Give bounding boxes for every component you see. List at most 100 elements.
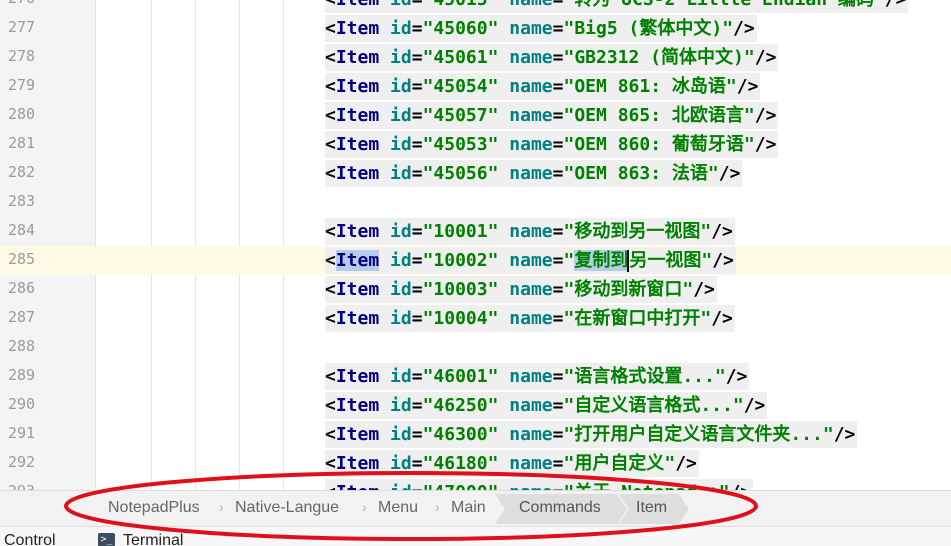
xml-item-element[interactable]: <Item id="10003" name="移动到新窗口"/> bbox=[325, 276, 717, 303]
code-line[interactable]: 284 <Item id="10001" name="移动到另一视图"/> bbox=[0, 217, 951, 246]
line-number: 285 bbox=[8, 250, 36, 268]
name-value: Big5 (繁体中文) bbox=[574, 18, 723, 39]
xml-item-element[interactable]: <Item id="45015" name="转为 UCS-2 Little E… bbox=[325, 0, 909, 13]
id-value: 45015 bbox=[433, 0, 487, 10]
xml-item-element[interactable]: <Item id="46300" name="打开用户自定义语言文件夹..."/… bbox=[325, 421, 858, 448]
tag-self-close: /> bbox=[675, 453, 697, 474]
quote: " bbox=[487, 453, 499, 474]
code-editor[interactable]: 276<Item id="45015" name="转为 UCS-2 Littl… bbox=[0, 0, 951, 490]
equals-sign: = bbox=[412, 482, 423, 490]
id-value: 10002 bbox=[433, 250, 488, 271]
xml-item-element[interactable]: <Item id="45054" name="OEM 861: 冰岛语"/> bbox=[325, 73, 761, 100]
quote: " bbox=[563, 134, 575, 155]
xml-item-element[interactable]: <Item id="45056" name="OEM 863: 法语"/> bbox=[325, 160, 743, 187]
quote: " bbox=[487, 18, 499, 39]
line-number: 290 bbox=[8, 395, 36, 413]
line-number-cell: 279 bbox=[0, 72, 95, 101]
xml-item-element[interactable]: <Item id="45057" name="OEM 865: 北欧语言"/> bbox=[325, 102, 779, 129]
breadcrumb-item-native-langue[interactable]: Native-Langue bbox=[235, 499, 339, 517]
breadcrumb-item-commands[interactable]: Commands bbox=[495, 494, 627, 524]
equals-sign: = bbox=[411, 18, 423, 39]
xml-item-element[interactable]: <Item id="10001" name="移动到另一视图"/> bbox=[325, 218, 735, 245]
breadcrumb-item-item[interactable]: Item bbox=[619, 494, 689, 524]
line-number: 277 bbox=[8, 18, 36, 36]
code-line[interactable]: 276<Item id="45015" name="转为 UCS-2 Littl… bbox=[0, 0, 951, 14]
code-line[interactable]: 280 <Item id="45057" name="OEM 865: 北欧语言"… bbox=[0, 101, 951, 130]
xml-item-element[interactable]: <Item id="10004" name="在新窗口中打开"/> bbox=[325, 305, 735, 332]
attribute-name: id bbox=[390, 47, 412, 68]
code-line[interactable]: 278 <Item id="45061" name="GB2312 (简体中文)"… bbox=[0, 43, 951, 72]
breadcrumb-item-notepadplus[interactable]: NotepadPlus bbox=[108, 499, 200, 517]
code-line[interactable]: 282 <Item id="45056" name="OEM 863: 法语"/> bbox=[0, 159, 951, 188]
tab-control[interactable]: Control bbox=[4, 532, 56, 546]
attribute-name: id bbox=[390, 308, 412, 329]
tag-open-bracket: < bbox=[325, 366, 336, 387]
quote: " bbox=[487, 424, 499, 445]
id-value: 10004 bbox=[433, 308, 488, 329]
xml-item-element[interactable]: <Item id="10002" name="复制到另一视图"/> bbox=[325, 247, 736, 274]
tag-open-bracket: < bbox=[325, 18, 336, 39]
xml-item-element[interactable]: <Item id="46250" name="自定义语言格式..."/> bbox=[325, 392, 768, 419]
code-line[interactable]: 285 <Item id="10002" name="复制到另一视图"/> bbox=[0, 246, 951, 275]
attribute-name: name bbox=[509, 105, 553, 126]
quote: " bbox=[422, 279, 434, 300]
equals-sign: = bbox=[411, 424, 423, 445]
line-number-cell: 285 bbox=[0, 246, 95, 275]
xml-item-element[interactable]: <Item id="46001" name="语言格式设置..."/> bbox=[325, 363, 750, 390]
quote: " bbox=[722, 18, 734, 39]
code-line[interactable]: 291 <Item id="46300" name="打开用户自定义语言文件夹..… bbox=[0, 420, 951, 449]
equals-sign: = bbox=[411, 134, 423, 155]
tag-name: Item bbox=[336, 482, 379, 490]
breadcrumb-item-main[interactable]: Main bbox=[451, 499, 486, 517]
equals-sign: = bbox=[411, 279, 423, 300]
xml-item-element[interactable]: <Item id="47000" name="关于 Notepad++"/> bbox=[325, 479, 754, 490]
tag-name: Item bbox=[335, 134, 380, 155]
id-value: 45060 bbox=[433, 18, 488, 39]
equals-sign: = bbox=[552, 395, 564, 416]
tag-name: Item bbox=[335, 424, 380, 445]
equals-sign: = bbox=[552, 163, 564, 184]
code-line[interactable]: 288 bbox=[0, 333, 951, 362]
breadcrumb-item-menu[interactable]: Menu bbox=[378, 499, 418, 517]
code-line[interactable]: 292 <Item id="46180" name="用户自定义"/> bbox=[0, 449, 951, 478]
xml-item-element[interactable]: <Item id="45060" name="Big5 (繁体中文)"/> bbox=[325, 15, 757, 42]
line-number: 284 bbox=[8, 221, 36, 239]
code-line[interactable]: 281 <Item id="45053" name="OEM 860: 葡萄牙语"… bbox=[0, 130, 951, 159]
quote: " bbox=[563, 308, 575, 329]
attribute-name: name bbox=[509, 366, 553, 387]
code-line[interactable]: 279 <Item id="45054" name="OEM 861: 冰岛语"/… bbox=[0, 72, 951, 101]
code-line[interactable]: 289 <Item id="46001" name="语言格式设置..."/> bbox=[0, 362, 951, 391]
tab-terminal[interactable]: Terminal bbox=[123, 532, 183, 546]
xml-item-element[interactable]: <Item id="45061" name="GB2312 (简体中文)"/> bbox=[325, 44, 779, 71]
code-line[interactable]: 293<Item id="47000" name="关于 Notepad++"/… bbox=[0, 478, 951, 490]
id-value: 47000 bbox=[433, 482, 487, 490]
breadcrumb-label: Commands bbox=[519, 499, 601, 516]
attribute-name: id bbox=[390, 18, 412, 39]
tag-name: Item bbox=[335, 18, 380, 39]
xml-item-element[interactable]: <Item id="45053" name="OEM 860: 葡萄牙语"/> bbox=[325, 131, 779, 158]
line-number: 292 bbox=[8, 453, 36, 471]
code-line[interactable]: 286 <Item id="10003" name="移动到新窗口"/> bbox=[0, 275, 951, 304]
code-line[interactable]: 290 <Item id="46250" name="自定义语言格式..."/> bbox=[0, 391, 951, 420]
code-line[interactable]: 277 <Item id="45060" name="Big5 (繁体中文)"/> bbox=[0, 14, 951, 43]
line-number-cell: 286 bbox=[0, 275, 95, 304]
equals-sign: = bbox=[553, 0, 564, 10]
quote: " bbox=[487, 163, 499, 184]
code-line[interactable]: 283 bbox=[0, 188, 951, 217]
name-value: 移动到新窗口 bbox=[574, 279, 683, 300]
code-line[interactable]: 287 <Item id="10004" name="在新窗口中打开"/> bbox=[0, 304, 951, 333]
quote: " bbox=[422, 366, 434, 387]
terminal-icon: >_ bbox=[98, 533, 115, 546]
tag-name: Item bbox=[335, 47, 380, 68]
line-number-cell: 282 bbox=[0, 159, 95, 188]
equals-sign: = bbox=[411, 366, 423, 387]
xml-item-element[interactable]: <Item id="46180" name="用户自定义"/> bbox=[325, 450, 699, 477]
equals-sign: = bbox=[552, 250, 564, 271]
quote: " bbox=[423, 482, 434, 490]
quote: " bbox=[422, 424, 434, 445]
